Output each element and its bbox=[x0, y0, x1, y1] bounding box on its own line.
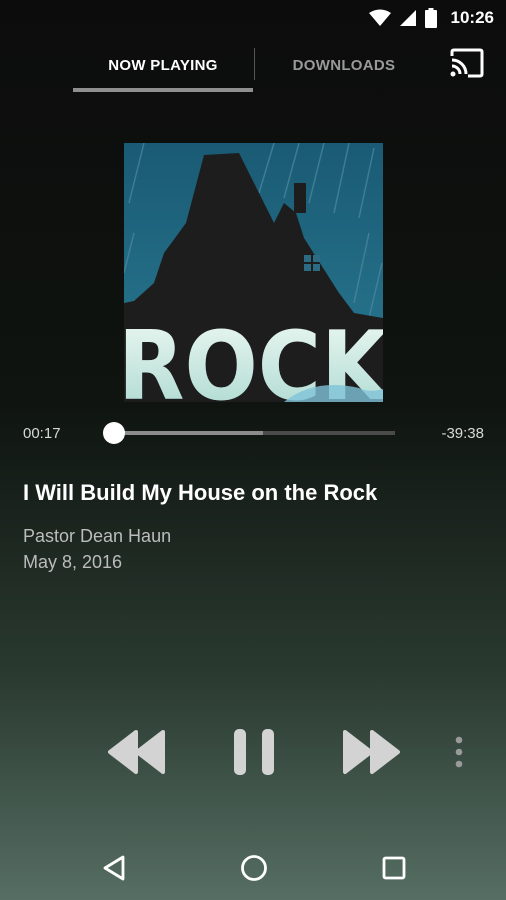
remaining-time: -39:38 bbox=[441, 425, 484, 442]
cast-button[interactable] bbox=[446, 46, 486, 82]
status-time: 10:26 bbox=[450, 8, 494, 27]
playback-controls bbox=[0, 720, 506, 784]
album-art: ROCK bbox=[124, 143, 383, 402]
nav-home-button[interactable] bbox=[230, 846, 278, 890]
rewind-icon bbox=[108, 730, 165, 774]
track-date: May 8, 2016 bbox=[23, 552, 123, 572]
seek-buffer bbox=[114, 431, 263, 435]
tab-now-playing[interactable]: NOW PLAYING bbox=[73, 36, 253, 94]
cell-signal-icon bbox=[399, 10, 416, 26]
progress-row: 00:17 -39:38 bbox=[0, 414, 506, 452]
more-vert-icon bbox=[455, 736, 463, 768]
wifi-icon bbox=[368, 9, 391, 26]
tab-divider bbox=[254, 48, 255, 80]
status-bar: 10:26 bbox=[0, 0, 506, 36]
elapsed-time: 00:17 bbox=[23, 425, 61, 442]
top-tabs: NOW PLAYING DOWNLOADS bbox=[0, 36, 506, 96]
recents-icon bbox=[382, 856, 406, 880]
rewind-button[interactable] bbox=[100, 720, 172, 784]
nav-recents-button[interactable] bbox=[370, 846, 418, 890]
track-speaker: Pastor Dean Haun bbox=[23, 526, 172, 546]
seek-bar[interactable] bbox=[103, 422, 395, 444]
battery-icon bbox=[424, 8, 437, 28]
tab-downloads[interactable]: DOWNLOADS bbox=[256, 36, 432, 94]
seek-thumb[interactable] bbox=[103, 422, 125, 444]
tab-indicator bbox=[73, 88, 253, 92]
more-options-button[interactable] bbox=[444, 720, 474, 784]
track-title: I Will Build My House on the Rock bbox=[23, 480, 378, 505]
back-icon bbox=[103, 855, 125, 881]
home-icon bbox=[241, 855, 267, 881]
fast-forward-icon bbox=[343, 730, 400, 774]
nav-back-button[interactable] bbox=[90, 846, 138, 890]
pause-button[interactable] bbox=[220, 720, 288, 784]
cast-icon bbox=[450, 48, 484, 78]
fast-forward-button[interactable] bbox=[336, 720, 408, 784]
navigation-bar bbox=[0, 836, 506, 900]
pause-icon bbox=[234, 729, 274, 775]
